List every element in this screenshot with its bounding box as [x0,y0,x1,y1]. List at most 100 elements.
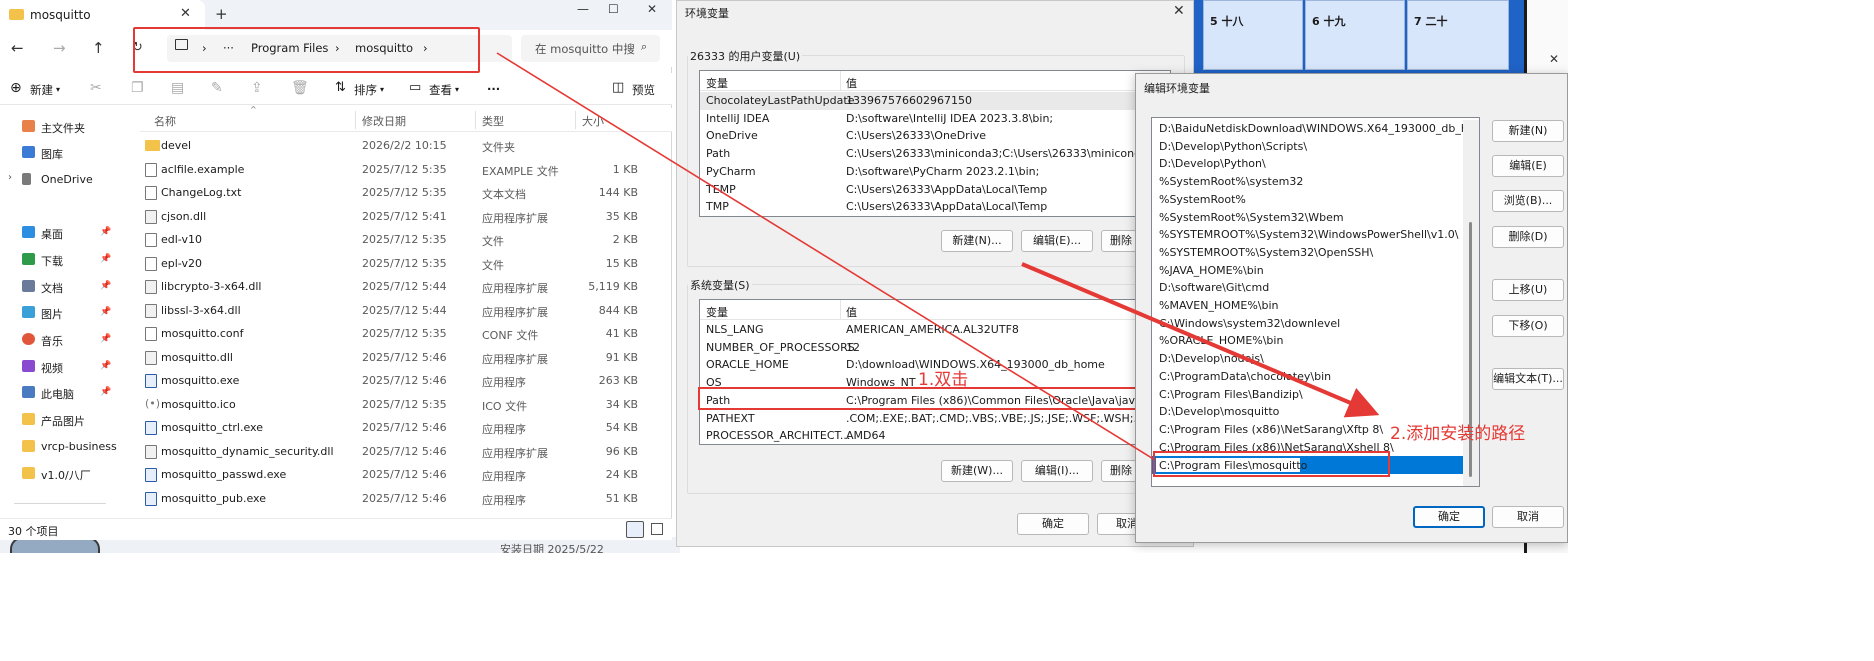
nav-item-v1-factory[interactable]: v1.0/八厂 [0,463,120,485]
chevron-right-icon[interactable]: › [8,172,12,183]
file-row[interactable]: mosquitto.dll 2025/7/12 5:46 应用程序扩展 91 KB [140,346,672,369]
browse-button[interactable]: 浏览(B)... [1492,190,1564,212]
file-row[interactable]: mosquitto_passwd.exe 2025/7/12 5:46 应用程序 24… [140,463,672,486]
file-row[interactable]: libssl-3-x64.dll 2025/7/12 5:44 应用程序扩展 844 … [140,299,672,322]
column-variable[interactable]: 变量 [706,304,728,320]
file-row[interactable]: cjson.dll 2025/7/12 5:41 应用程序扩展 35 KB [140,205,672,228]
variable-row[interactable]: NUMBER_OF_PROCESSORS 12 [700,339,1170,357]
nav-item-videos[interactable]: 视频 📌 [0,356,120,378]
details-view-icon[interactable] [626,521,644,538]
maximize-button[interactable]: ☐ [608,2,619,16]
file-row[interactable]: mosquitto.conf 2025/7/12 5:35 CONF 文件 41 KB [140,322,672,345]
tiles-view-icon[interactable] [651,523,663,535]
ok-button[interactable]: 确定 [1017,513,1089,535]
search-input[interactable]: 在 mosquitto 中搜 ⌕ [521,35,660,62]
nav-item-pictures[interactable]: 图片 📌 [0,302,120,324]
variable-row[interactable]: Path C:\Users\26333\miniconda3;C:\Users\2… [700,145,1170,163]
more-options-button[interactable]: ··· [487,82,500,96]
system-edit-button[interactable]: 编辑(I)... [1021,460,1093,482]
file-row[interactable]: ChangeLog.txt 2025/7/12 5:35 文本文档 144 KB [140,181,672,204]
calendar-cell[interactable]: 6 十九 [1305,0,1405,70]
path-entry[interactable]: %SystemRoot%\system32 [1152,173,1467,191]
forward-arrow-icon[interactable]: → [53,39,66,57]
nav-item-documents[interactable]: 文档 📌 [0,276,120,298]
path-entry[interactable]: C:\Program Files\Bandizip\ [1152,386,1467,404]
path-entry[interactable]: C:\ProgramData\chocolatey\bin [1152,368,1467,386]
preview-button[interactable]: 预览 [632,82,655,98]
sort-button[interactable]: 排序 [354,82,377,98]
new-entry-button[interactable]: 新建(N) [1492,120,1564,142]
variable-row[interactable]: NLS_LANG AMERICAN_AMERICA.AL32UTF8 [700,321,1170,339]
nav-item-product-images[interactable]: 产品图片 [0,409,120,431]
variable-row[interactable]: TEMP C:\Users\26333\AppData\Local\Temp [700,181,1170,199]
path-entry[interactable]: %SystemRoot% [1152,191,1467,209]
variable-row[interactable]: IntelliJ IDEA D:\software\IntelliJ IDEA 2… [700,110,1170,128]
edit-entry-button[interactable]: 编辑(E) [1492,155,1564,177]
variable-row[interactable]: TMP C:\Users\26333\AppData\Local\Temp [700,198,1170,216]
calendar-cell[interactable]: 5 十八 [1203,0,1303,70]
nav-item-desktop[interactable]: 桌面 📌 [0,222,120,244]
path-entry[interactable]: D:\software\Git\cmd [1152,279,1467,297]
variable-row[interactable]: PATHEXT .COM;.EXE;.BAT;.CMD;.VBS;.VBE;.JS… [700,410,1170,428]
file-row[interactable]: (•) mosquitto.ico 2025/7/12 5:35 ICO 文件 34 K… [140,393,672,416]
close-window-button[interactable]: ✕ [647,2,657,16]
system-new-button[interactable]: 新建(W)... [941,460,1013,482]
column-divider[interactable] [355,111,356,129]
file-row[interactable]: edl-v10 2025/7/12 5:35 文件 2 KB [140,228,672,251]
ok-button[interactable]: 确定 [1413,506,1485,528]
column-value[interactable]: 值 [846,75,857,91]
calendar-cell[interactable]: 7 二十 [1407,0,1509,70]
file-row[interactable]: mosquitto_pub.exe 2025/7/12 5:46 应用程序 51 KB [140,487,672,510]
close-icon[interactable]: ✕ [1173,3,1185,19]
path-entry[interactable]: C:\Windows\system32\downlevel [1152,315,1467,333]
column-divider[interactable] [475,111,476,129]
nav-item-home[interactable]: 主文件夹 [0,116,120,138]
column-value[interactable]: 值 [846,304,857,320]
nav-item-gallery[interactable]: 图库 [0,142,120,164]
column-divider[interactable] [840,71,841,91]
view-button[interactable]: 查看 [429,82,452,98]
path-entry[interactable]: %ORACLE_HOME%\bin [1152,332,1467,350]
paste-icon[interactable]: ▤ [171,80,184,96]
column-name[interactable]: 名称 [154,113,176,129]
nav-item-downloads[interactable]: 下载 📌 [0,249,120,271]
up-arrow-icon[interactable]: ↑ [92,39,105,57]
nav-item-vrcp-business[interactable]: vrcp-business [0,436,120,458]
path-entry[interactable]: D:\Develop\nodejs\ [1152,350,1467,368]
file-row[interactable]: aclfile.example 2025/7/12 5:35 EXAMPLE 文件 1… [140,158,672,181]
explorer-tab[interactable]: mosquitto ✕ [0,0,205,30]
column-date[interactable]: 修改日期 [362,113,406,129]
file-row[interactable]: mosquitto_dynamic_security.dll 2025/7/12 … [140,440,672,463]
file-row[interactable]: devel 2026/2/2 10:15 文件夹 [140,134,672,157]
cut-icon[interactable]: ✂ [90,80,102,96]
variable-row[interactable]: PyCharm D:\software\PyCharm 2023.2.1\bin; [700,163,1170,181]
column-variable[interactable]: 变量 [706,75,728,91]
variable-row[interactable]: PROCESSOR_ARCHITECT... AMD64 [700,427,1170,445]
delete-entry-button[interactable]: 删除(D) [1492,226,1564,248]
file-row[interactable]: mosquitto_ctrl.exe 2025/7/12 5:46 应用程序 54 K… [140,416,672,439]
path-entry[interactable]: D:\Develop\Python\Scripts\ [1152,138,1467,156]
user-new-button[interactable]: 新建(N)... [941,230,1013,252]
path-entry[interactable]: D:\Develop\Python\ [1152,155,1467,173]
path-entry[interactable]: %SYSTEMROOT%\System32\OpenSSH\ [1152,244,1467,262]
path-entry[interactable]: %SYSTEMROOT%\System32\WindowsPowerShell\… [1152,226,1467,244]
new-tab-button[interactable]: + [215,5,228,23]
column-type[interactable]: 类型 [482,113,504,129]
new-button[interactable]: 新建 [30,82,53,98]
file-row[interactable]: mosquitto.exe 2025/7/12 5:46 应用程序 263 KB [140,369,672,392]
move-up-button[interactable]: 上移(U) [1492,279,1564,301]
column-size[interactable]: 大小 [582,113,604,129]
copy-icon[interactable]: ❐ [131,80,144,96]
user-variables-list[interactable]: 变量 值 ChocolateyLastPathUpdate 13396757660… [699,70,1171,217]
close-icon[interactable]: ✕ [1549,52,1559,66]
path-entry[interactable]: D:\BaiduNetdiskDownload\WINDOWS.X64_1930… [1152,120,1479,138]
column-divider[interactable] [840,300,841,320]
column-divider[interactable] [575,111,576,129]
minimize-button[interactable]: — [577,2,589,16]
path-entry[interactable]: %SystemRoot%\System32\Wbem [1152,209,1467,227]
path-entry[interactable]: %MAVEN_HOME%\bin [1152,297,1467,315]
nav-item-music[interactable]: 音乐 📌 [0,329,120,351]
variable-row[interactable]: OneDrive C:\Users\26333\OneDrive [700,127,1170,145]
cancel-button[interactable]: 取消 [1492,506,1564,528]
user-edit-button[interactable]: 编辑(E)... [1021,230,1093,252]
